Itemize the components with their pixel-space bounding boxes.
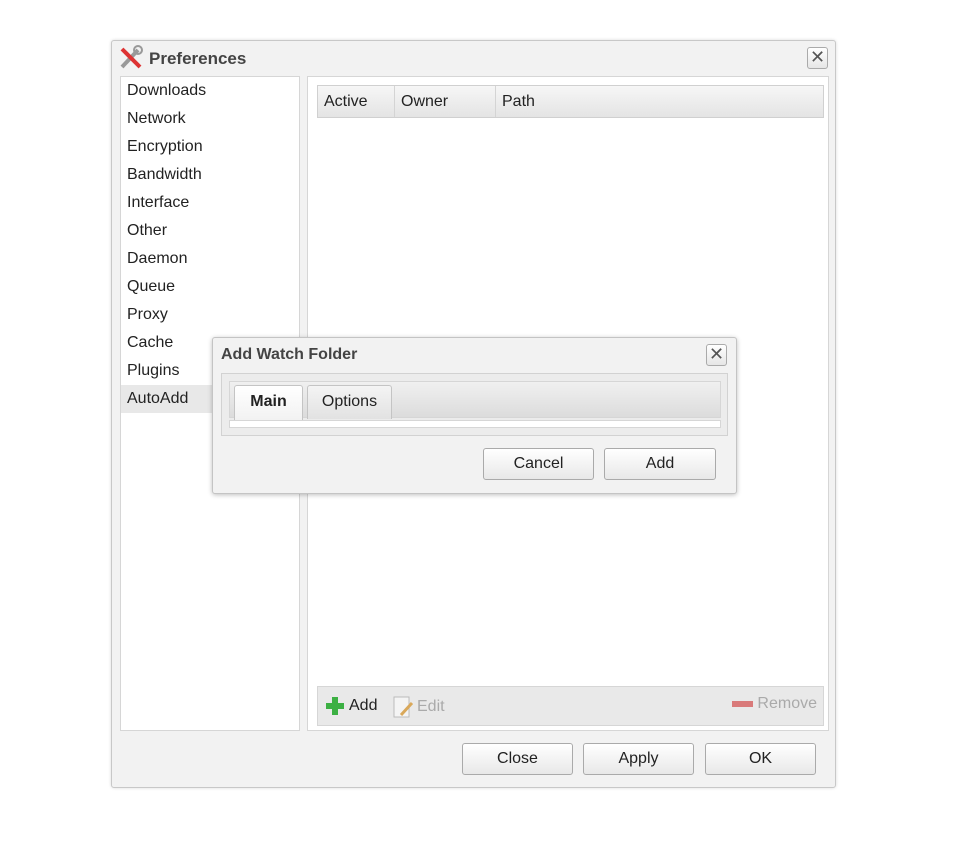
edit-icon: [393, 696, 414, 718]
sidebar-item-daemon[interactable]: Daemon: [121, 245, 299, 273]
sidebar-item-encryption[interactable]: Encryption: [121, 133, 299, 161]
minus-icon: [732, 701, 754, 707]
remove-folder-button[interactable]: Remove: [732, 695, 817, 713]
close-icon: ✕: [708, 344, 725, 364]
add-folder-button[interactable]: Add: [324, 695, 377, 717]
sidebar-item-proxy[interactable]: Proxy: [121, 301, 299, 329]
sidebar-item-queue[interactable]: Queue: [121, 273, 299, 301]
edit-label: Edit: [417, 698, 445, 715]
window-title: Preferences: [149, 49, 247, 68]
cancel-button[interactable]: Cancel: [483, 448, 594, 480]
close-button[interactable]: Close: [462, 743, 573, 775]
column-active[interactable]: Active: [318, 86, 395, 117]
add-button[interactable]: Add: [604, 448, 716, 480]
column-owner[interactable]: Owner: [395, 86, 496, 117]
grid-toolbar: Add Edit Remove: [317, 686, 824, 726]
tab-panel: Main Options: [221, 373, 728, 436]
sidebar-item-downloads[interactable]: Downloads: [121, 77, 299, 105]
ok-button[interactable]: OK: [705, 743, 816, 775]
tools-icon: [120, 45, 143, 69]
tab-strip: Main Options: [229, 381, 721, 420]
close-icon: ✕: [809, 47, 826, 67]
tab-main[interactable]: Main: [234, 385, 303, 420]
add-label: Add: [349, 697, 378, 714]
sidebar-item-bandwidth[interactable]: Bandwidth: [121, 161, 299, 189]
apply-button[interactable]: Apply: [583, 743, 694, 775]
remove-label: Remove: [757, 695, 817, 712]
grid-header: Active Owner Path: [317, 85, 824, 118]
column-path[interactable]: Path: [496, 86, 823, 117]
plus-icon: [326, 697, 344, 715]
close-dialog-button[interactable]: ✕: [706, 344, 727, 366]
tab-body: [229, 420, 721, 428]
sidebar-item-network[interactable]: Network: [121, 105, 299, 133]
sidebar-item-interface[interactable]: Interface: [121, 189, 299, 217]
close-window-button[interactable]: ✕: [807, 47, 828, 69]
dialog-title: Add Watch Folder: [221, 346, 358, 363]
tab-options[interactable]: Options: [307, 385, 392, 419]
sidebar-item-other[interactable]: Other: [121, 217, 299, 245]
edit-folder-button[interactable]: Edit: [392, 695, 445, 719]
add-watch-folder-dialog: Add Watch Folder ✕ Main Options Cancel A…: [212, 337, 737, 494]
